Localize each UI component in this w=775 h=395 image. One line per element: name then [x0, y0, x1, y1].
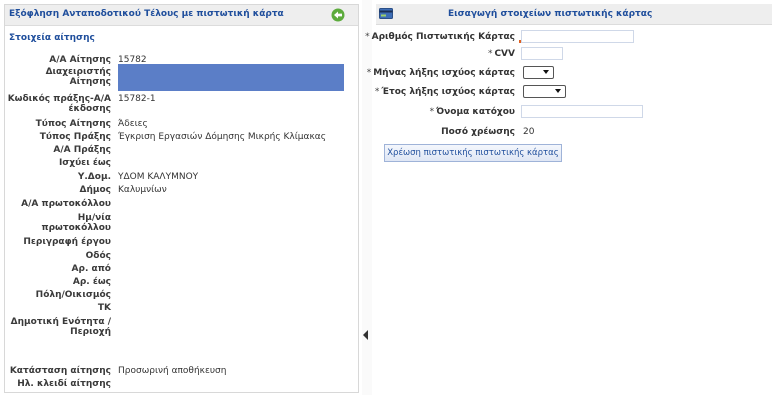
holder-label: * Όνομα κατόχου	[430, 107, 515, 117]
field-label: Α/Α Αίτησης	[49, 55, 111, 65]
exp-month-label-text: Μήνας λήξης ισχύος κάρτας	[373, 68, 515, 78]
masked-value	[118, 64, 344, 91]
field-label: Κατάσταση αίτησης	[9, 366, 111, 376]
card-number-label: * Αριθμός Πιστωτικής Κάρτας	[365, 32, 515, 42]
field-label: Περιγραφή έργου	[23, 237, 111, 247]
exp-year-label-text: Έτος λήξης ισχύος κάρτας	[381, 87, 515, 97]
required-mark: *	[365, 32, 370, 42]
right-panel-title: Εισαγωγή στοιχείων πιστωτικής κάρτας	[448, 9, 653, 19]
field-label: Ηλ. κλειδί αίτησης	[17, 379, 111, 389]
field-label: Α/Α Πράξης	[53, 145, 111, 155]
required-mark: *	[429, 107, 435, 117]
triangle-left-icon[interactable]	[363, 330, 368, 340]
holder-name-input[interactable]	[521, 105, 643, 118]
holder-label-text: Όνομα κατόχου	[436, 107, 515, 117]
exp-month-label: * Μήνας λήξης ισχύος κάρτας	[367, 68, 515, 78]
field-label: Υ.Δομ.	[77, 172, 111, 182]
required-mark: *	[374, 87, 380, 97]
cvv-input[interactable]	[521, 47, 563, 60]
field-label: Αρ. από	[71, 264, 111, 274]
chevron-down-icon	[543, 70, 549, 74]
field-label: Δήμος	[79, 185, 111, 195]
field-label: Ημ/νία πρωτοκόλλου	[41, 213, 111, 233]
exp-year-label: * Έτος λήξης ισχύος κάρτας	[375, 87, 515, 97]
field-value: 15782-1	[118, 94, 156, 104]
cvv-label-text: CVV	[494, 49, 515, 59]
required-mark: *	[366, 68, 372, 78]
field-label: ΤΚ	[97, 303, 111, 313]
field-value: Άδειες	[118, 119, 148, 129]
required-mark: *	[487, 49, 493, 59]
field-label: Τύπος Αίτησης	[35, 119, 111, 129]
field-label: Διαχειριστής Αίτησης	[45, 67, 111, 87]
field-label: Ισχύει έως	[58, 158, 111, 168]
field-value: Έγκριση Εργασιών Δόμησης Μικρής Κλίμακας	[118, 132, 326, 142]
left-panel-header: Εξόφληση Ανταποδοτικού Τέλους με πιστωτι…	[5, 5, 358, 26]
charge-card-button[interactable]: Χρέωση πιστωτικής πιστωτικής κάρτας	[384, 144, 562, 162]
field-label: Δημοτική Ενότητα / Περιοχή	[10, 317, 111, 337]
field-label: Πόλη/Οικισμός	[35, 290, 111, 300]
field-label: Κωδικός πράξης-Α/Α έκδοσης	[7, 94, 111, 114]
amount-value: 20	[523, 127, 535, 137]
field-label: Αρ. έως	[72, 277, 111, 287]
field-label: Τύπος Πράξης	[39, 132, 111, 142]
field-label: Οδός	[85, 251, 111, 261]
card-number-label-text: Αριθμός Πιστωτικής Κάρτας	[371, 32, 515, 42]
field-value: Προσωρινή αποθήκευση	[118, 366, 227, 376]
credit-card-icon	[379, 8, 393, 19]
right-panel-header: Εισαγωγή στοιχείων πιστωτικής κάρτας	[376, 4, 772, 25]
section-title: Στοιχεία αίτησης	[9, 33, 95, 43]
left-panel-title: Εξόφληση Ανταποδοτικού Τέλους με πιστωτι…	[9, 9, 284, 19]
chevron-down-icon	[555, 89, 561, 93]
field-value: ΥΔΟΜ ΚΑΛΥΜΝΟΥ	[118, 172, 199, 182]
field-value: Καλυμνίων	[118, 185, 167, 195]
amount-label: Ποσό χρέωσης	[441, 127, 515, 137]
circle-arrow-left-icon[interactable]	[331, 8, 345, 22]
credit-card-panel: Εισαγωγή στοιχείων πιστωτικής κάρτας * Αρ…	[365, 4, 772, 391]
cvv-label: * CVV	[488, 49, 515, 59]
card-number-input[interactable]	[521, 30, 634, 43]
panel-splitter[interactable]	[362, 0, 372, 395]
exp-year-select[interactable]	[523, 85, 566, 98]
application-details-panel: Εξόφληση Ανταποδοτικού Τέλους με πιστωτι…	[4, 4, 359, 393]
exp-month-select[interactable]	[523, 66, 554, 79]
field-label: Α/Α πρωτοκόλλου	[21, 199, 111, 209]
